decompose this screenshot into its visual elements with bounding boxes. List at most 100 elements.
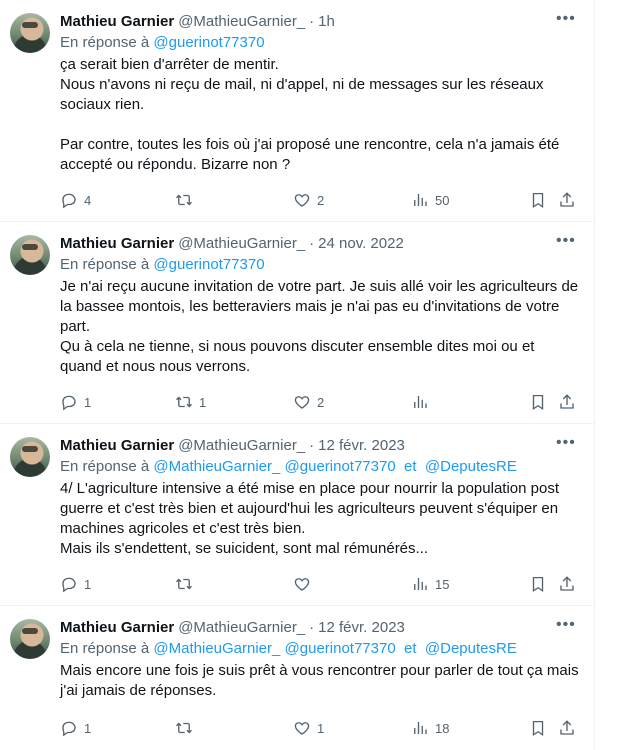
tweet-content: Mathieu Garnier @MathieuGarnier_ · 12 fé… [60, 617, 580, 701]
tweet-header: Mathieu Garnier @MathieuGarnier_ · 1h [60, 12, 580, 32]
tweet-actions: 1 15 [60, 574, 580, 594]
mention-link[interactable]: @guerinot77370 [285, 640, 396, 657]
avatar[interactable] [10, 13, 50, 53]
author-name[interactable]: Mathieu Garnier [60, 12, 174, 32]
views-chart-icon [414, 722, 427, 734]
avatar[interactable] [10, 619, 50, 659]
timestamp[interactable]: 24 nov. 2022 [318, 234, 404, 254]
mention-link[interactable]: @guerinot77370 [153, 34, 264, 51]
retweet-button[interactable] [175, 574, 199, 594]
bookmark-button[interactable] [529, 392, 547, 412]
bookmark-icon [532, 192, 544, 209]
like-count: 2 [317, 192, 325, 208]
timestamp[interactable]: 1h [318, 12, 335, 32]
heart-icon [294, 578, 310, 591]
reply-button[interactable]: 1 [60, 718, 91, 738]
tweet[interactable]: Mathieu Garnier @MathieuGarnier_ · 12 fé… [0, 606, 594, 750]
share-button[interactable] [558, 392, 576, 412]
like-button[interactable]: 2 [293, 392, 324, 412]
author-name[interactable]: Mathieu Garnier [60, 618, 174, 638]
tweet-header: Mathieu Garnier @MathieuGarnier_ · 12 fé… [60, 618, 580, 638]
retweet-icon [176, 396, 192, 408]
separator: · [309, 13, 315, 30]
author-name[interactable]: Mathieu Garnier [60, 436, 174, 456]
reply-context-label: En réponse à [60, 458, 154, 475]
retweet-count: 1 [199, 394, 207, 410]
reply-context: En réponse à @guerinot77370 [60, 33, 580, 53]
reply-count: 1 [84, 576, 92, 592]
tweet[interactable]: Mathieu Garnier @MathieuGarnier_ · 12 fé… [0, 424, 594, 606]
mention-link[interactable]: @DeputesRE [425, 458, 517, 475]
reply-icon [62, 577, 76, 593]
avatar[interactable] [10, 235, 50, 275]
tweet-actions: 1 1 18 [60, 718, 580, 738]
retweet-icon [176, 722, 192, 734]
views-chart-icon [414, 396, 427, 408]
reply-context-and: et [404, 458, 417, 475]
mention-link[interactable]: @guerinot77370 [285, 458, 396, 475]
author-handle[interactable]: @MathieuGarnier_ [178, 436, 305, 456]
share-button[interactable] [558, 190, 576, 210]
share-icon [560, 720, 574, 735]
tweet-text: ça serait bien d'arrêter de mentir. Nous… [60, 56, 560, 173]
heart-icon [294, 722, 310, 735]
tweet-header: Mathieu Garnier @MathieuGarnier_ · 12 fé… [60, 436, 580, 456]
share-button[interactable] [558, 718, 576, 738]
view-count: 18 [435, 720, 450, 736]
reply-icon [62, 721, 76, 737]
share-icon [560, 576, 574, 591]
tweet[interactable]: Mathieu Garnier @MathieuGarnier_ · 24 no… [0, 222, 594, 424]
mention-link[interactable]: @DeputesRE [425, 640, 517, 657]
more-options-icon[interactable]: ••• [556, 233, 575, 254]
more-options-icon[interactable]: ••• [556, 617, 575, 638]
author-handle[interactable]: @MathieuGarnier_ [178, 234, 305, 254]
bookmark-button[interactable] [529, 190, 547, 210]
views-button[interactable]: 50 [411, 190, 449, 210]
timestamp[interactable]: 12 févr. 2023 [318, 436, 405, 456]
mention-link[interactable]: @MathieuGarnier_ [153, 640, 280, 657]
tweet-content: Mathieu Garnier @MathieuGarnier_ · 1h ••… [60, 11, 580, 175]
tweet-content: Mathieu Garnier @MathieuGarnier_ · 12 fé… [60, 435, 580, 559]
tweet-content: Mathieu Garnier @MathieuGarnier_ · 24 no… [60, 233, 580, 377]
timestamp[interactable]: 12 févr. 2023 [318, 618, 405, 638]
like-count: 1 [317, 720, 325, 736]
like-button[interactable]: 1 [293, 718, 324, 738]
retweet-button[interactable] [175, 718, 199, 738]
views-button[interactable] [411, 392, 435, 412]
reply-context: En réponse à @MathieuGarnier_ @guerinot7… [60, 457, 580, 477]
bookmark-icon [532, 576, 544, 593]
mention-link[interactable]: @guerinot77370 [153, 256, 264, 273]
reply-button[interactable]: 1 [60, 392, 91, 412]
timeline: Mathieu Garnier @MathieuGarnier_ · 1h ••… [0, 0, 595, 750]
reply-context-label: En réponse à [60, 34, 154, 51]
retweet-icon [176, 194, 192, 206]
reply-icon [62, 193, 76, 209]
tweet-text: Je n'ai reçu aucune invitation de votre … [60, 278, 579, 375]
reply-button[interactable]: 4 [60, 190, 91, 210]
views-chart-icon [414, 194, 427, 206]
share-icon [560, 192, 574, 207]
retweet-icon [176, 578, 192, 590]
like-button[interactable] [293, 574, 317, 594]
bookmark-button[interactable] [529, 718, 547, 738]
views-button[interactable]: 18 [411, 718, 449, 738]
like-button[interactable]: 2 [293, 190, 324, 210]
share-button[interactable] [558, 574, 576, 594]
author-handle[interactable]: @MathieuGarnier_ [178, 12, 305, 32]
author-handle[interactable]: @MathieuGarnier_ [178, 618, 305, 638]
more-options-icon[interactable]: ••• [556, 11, 575, 32]
avatar[interactable] [10, 437, 50, 477]
retweet-button[interactable] [175, 190, 199, 210]
tweet-actions: 4 2 50 [60, 190, 580, 210]
separator: · [309, 437, 315, 454]
author-name[interactable]: Mathieu Garnier [60, 234, 174, 254]
mention-link[interactable]: @MathieuGarnier_ [153, 458, 280, 475]
views-button[interactable]: 15 [411, 574, 449, 594]
bookmark-button[interactable] [529, 574, 547, 594]
more-options-icon[interactable]: ••• [556, 435, 575, 456]
reply-button[interactable]: 1 [60, 574, 91, 594]
retweet-button[interactable]: 1 [175, 392, 206, 412]
like-count: 2 [317, 394, 325, 410]
reply-context-label: En réponse à [60, 640, 154, 657]
tweet[interactable]: Mathieu Garnier @MathieuGarnier_ · 1h ••… [0, 0, 594, 222]
